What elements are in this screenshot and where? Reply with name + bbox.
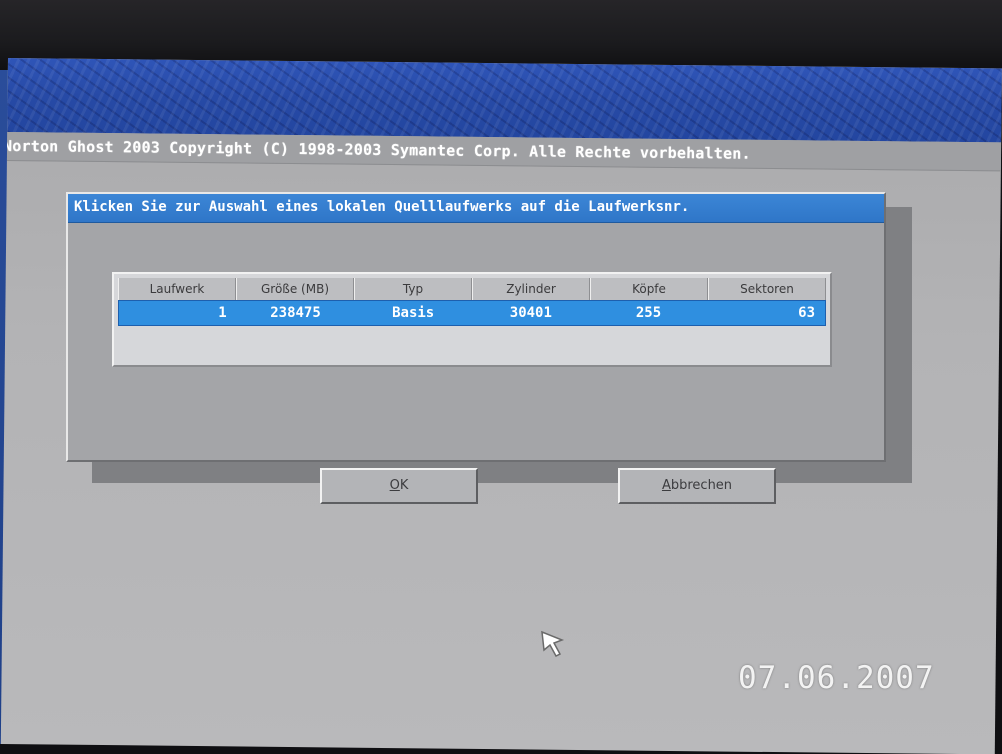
ghost-banner	[7, 58, 1002, 143]
column-header-zylinder[interactable]: Zylinder	[472, 278, 590, 300]
ok-button[interactable]: OK	[320, 468, 478, 504]
cell-koepfe: 255	[635, 305, 662, 321]
column-header-koepfe[interactable]: Köpfe	[590, 278, 708, 300]
cell-sektoren: 63	[798, 305, 816, 321]
camera-date-stamp: 07.06.2007	[738, 660, 935, 696]
drive-table: Laufwerk Größe (MB) Typ Zylinder Köpfe S…	[112, 272, 832, 367]
cell-typ: Basis	[392, 305, 435, 321]
app-title: Norton Ghost 2003 Copyright (C) 1998-200…	[2, 136, 751, 163]
cell-groesse: 238475	[270, 305, 321, 321]
cell-laufwerk: 1	[218, 305, 227, 321]
column-header-typ[interactable]: Typ	[354, 278, 472, 300]
mouse-pointer-icon	[540, 630, 566, 662]
dialog-titlebar: Klicken Sie zur Auswahl eines lokalen Qu…	[68, 194, 884, 223]
dialog-title: Klicken Sie zur Auswahl eines lokalen Qu…	[74, 199, 690, 215]
column-header-laufwerk[interactable]: Laufwerk	[118, 278, 236, 300]
cell-zylinder: 30401	[509, 305, 552, 321]
ok-button-label: K	[399, 478, 409, 493]
column-header-groesse[interactable]: Größe (MB)	[236, 278, 354, 300]
ok-button-mnemonic: O	[389, 478, 400, 493]
cancel-button-label: bbrechen	[670, 478, 733, 493]
cancel-button[interactable]: Abbrechen	[618, 468, 776, 504]
table-header: Laufwerk Größe (MB) Typ Zylinder Köpfe S…	[118, 278, 826, 300]
table-row[interactable]: 1 238475 Basis 30401 255 63	[118, 300, 826, 326]
cancel-button-mnemonic: A	[661, 478, 671, 493]
source-drive-dialog: Klicken Sie zur Auswahl eines lokalen Qu…	[66, 192, 886, 504]
column-header-sektoren[interactable]: Sektoren	[708, 278, 826, 300]
